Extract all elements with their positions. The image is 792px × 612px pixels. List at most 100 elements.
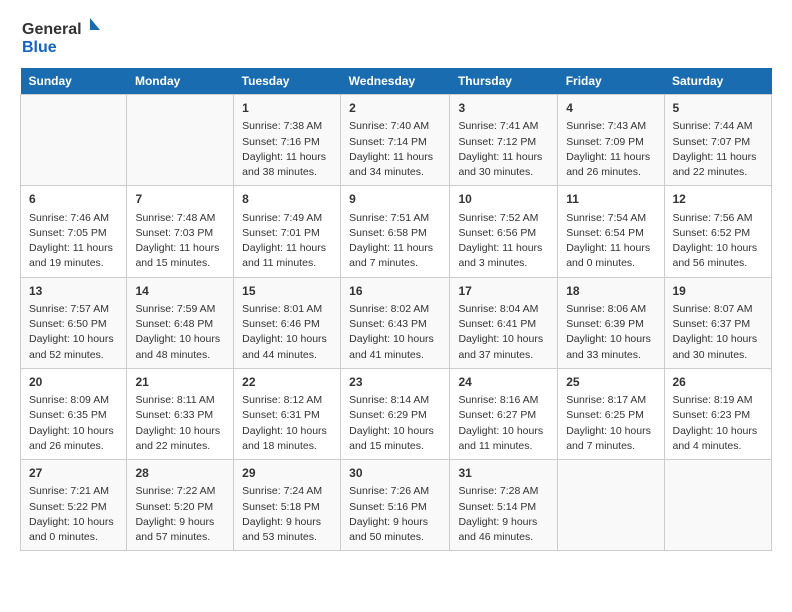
calendar-cell: 19 Sunrise: 8:07 AM Sunset: 6:37 PM Dayli… bbox=[664, 277, 772, 368]
calendar-cell: 10 Sunrise: 7:52 AM Sunset: 6:56 PM Dayli… bbox=[450, 186, 558, 277]
calendar-cell: 21 Sunrise: 8:11 AM Sunset: 6:33 PM Dayli… bbox=[127, 368, 234, 459]
cell-info: Sunrise: 7:22 AM Sunset: 5:20 PM Dayligh… bbox=[135, 484, 225, 545]
cell-info: Sunrise: 7:46 AM Sunset: 7:05 PM Dayligh… bbox=[29, 211, 118, 272]
day-header-tuesday: Tuesday bbox=[234, 68, 341, 95]
day-number: 29 bbox=[242, 465, 332, 482]
cell-info: Sunrise: 8:17 AM Sunset: 6:25 PM Dayligh… bbox=[566, 393, 655, 454]
day-number: 15 bbox=[242, 283, 332, 300]
day-header-monday: Monday bbox=[127, 68, 234, 95]
cell-info: Sunrise: 7:51 AM Sunset: 6:58 PM Dayligh… bbox=[349, 211, 441, 272]
week-row-1: 1 Sunrise: 7:38 AM Sunset: 7:16 PM Daylig… bbox=[21, 95, 772, 186]
cell-info: Sunrise: 7:41 AM Sunset: 7:12 PM Dayligh… bbox=[458, 119, 549, 180]
day-header-sunday: Sunday bbox=[21, 68, 127, 95]
calendar-cell: 17 Sunrise: 8:04 AM Sunset: 6:41 PM Dayli… bbox=[450, 277, 558, 368]
day-header-saturday: Saturday bbox=[664, 68, 772, 95]
calendar-cell: 13 Sunrise: 7:57 AM Sunset: 6:50 PM Dayli… bbox=[21, 277, 127, 368]
cell-info: Sunrise: 8:01 AM Sunset: 6:46 PM Dayligh… bbox=[242, 302, 332, 363]
day-number: 25 bbox=[566, 374, 655, 391]
calendar-cell: 2 Sunrise: 7:40 AM Sunset: 7:14 PM Daylig… bbox=[341, 95, 450, 186]
cell-info: Sunrise: 8:06 AM Sunset: 6:39 PM Dayligh… bbox=[566, 302, 655, 363]
day-number: 14 bbox=[135, 283, 225, 300]
calendar-cell bbox=[21, 95, 127, 186]
calendar-cell: 11 Sunrise: 7:54 AM Sunset: 6:54 PM Dayli… bbox=[558, 186, 664, 277]
day-number: 4 bbox=[566, 100, 655, 117]
day-number: 27 bbox=[29, 465, 118, 482]
cell-info: Sunrise: 8:02 AM Sunset: 6:43 PM Dayligh… bbox=[349, 302, 441, 363]
calendar-cell bbox=[558, 460, 664, 551]
week-row-3: 13 Sunrise: 7:57 AM Sunset: 6:50 PM Dayli… bbox=[21, 277, 772, 368]
day-number: 30 bbox=[349, 465, 441, 482]
logo-svg: GeneralBlue bbox=[20, 16, 100, 56]
day-number: 11 bbox=[566, 191, 655, 208]
calendar-cell: 29Sunrise: 7:24 AM Sunset: 5:18 PM Dayli… bbox=[234, 460, 341, 551]
cell-info: Sunrise: 8:14 AM Sunset: 6:29 PM Dayligh… bbox=[349, 393, 441, 454]
day-number: 12 bbox=[673, 191, 764, 208]
cell-info: Sunrise: 7:49 AM Sunset: 7:01 PM Dayligh… bbox=[242, 211, 332, 272]
cell-info: Sunrise: 8:07 AM Sunset: 6:37 PM Dayligh… bbox=[673, 302, 764, 363]
cell-info: Sunrise: 7:54 AM Sunset: 6:54 PM Dayligh… bbox=[566, 211, 655, 272]
calendar-cell: 23 Sunrise: 8:14 AM Sunset: 6:29 PM Dayli… bbox=[341, 368, 450, 459]
cell-info: Sunrise: 8:12 AM Sunset: 6:31 PM Dayligh… bbox=[242, 393, 332, 454]
calendar-cell: 7 Sunrise: 7:48 AM Sunset: 7:03 PM Daylig… bbox=[127, 186, 234, 277]
day-number: 20 bbox=[29, 374, 118, 391]
day-number: 22 bbox=[242, 374, 332, 391]
calendar-cell: 14Sunrise: 7:59 AM Sunset: 6:48 PM Dayli… bbox=[127, 277, 234, 368]
day-number: 10 bbox=[458, 191, 549, 208]
calendar-cell: 27Sunrise: 7:21 AM Sunset: 5:22 PM Dayli… bbox=[21, 460, 127, 551]
day-number: 26 bbox=[673, 374, 764, 391]
week-row-4: 20Sunrise: 8:09 AM Sunset: 6:35 PM Dayli… bbox=[21, 368, 772, 459]
calendar-cell: 4Sunrise: 7:43 AM Sunset: 7:09 PM Daylig… bbox=[558, 95, 664, 186]
calendar-cell: 12 Sunrise: 7:56 AM Sunset: 6:52 PM Dayli… bbox=[664, 186, 772, 277]
calendar-cell: 20Sunrise: 8:09 AM Sunset: 6:35 PM Dayli… bbox=[21, 368, 127, 459]
day-number: 23 bbox=[349, 374, 441, 391]
svg-text:Blue: Blue bbox=[22, 39, 57, 56]
cell-info: Sunrise: 8:11 AM Sunset: 6:33 PM Dayligh… bbox=[135, 393, 225, 454]
day-number: 5 bbox=[673, 100, 764, 117]
calendar-cell: 8 Sunrise: 7:49 AM Sunset: 7:01 PM Daylig… bbox=[234, 186, 341, 277]
calendar-cell: 30 Sunrise: 7:26 AM Sunset: 5:16 PM Dayli… bbox=[341, 460, 450, 551]
cell-info: Sunrise: 7:48 AM Sunset: 7:03 PM Dayligh… bbox=[135, 211, 225, 272]
day-number: 21 bbox=[135, 374, 225, 391]
day-number: 17 bbox=[458, 283, 549, 300]
cell-info: Sunrise: 7:52 AM Sunset: 6:56 PM Dayligh… bbox=[458, 211, 549, 272]
day-number: 18 bbox=[566, 283, 655, 300]
calendar-cell: 22 Sunrise: 8:12 AM Sunset: 6:31 PM Dayli… bbox=[234, 368, 341, 459]
day-number: 31 bbox=[458, 465, 549, 482]
day-number: 13 bbox=[29, 283, 118, 300]
calendar-cell: 24Sunrise: 8:16 AM Sunset: 6:27 PM Dayli… bbox=[450, 368, 558, 459]
cell-info: Sunrise: 7:56 AM Sunset: 6:52 PM Dayligh… bbox=[673, 211, 764, 272]
day-header-wednesday: Wednesday bbox=[341, 68, 450, 95]
svg-text:General: General bbox=[22, 21, 82, 38]
cell-info: Sunrise: 7:26 AM Sunset: 5:16 PM Dayligh… bbox=[349, 484, 441, 545]
day-number: 8 bbox=[242, 191, 332, 208]
logo: GeneralBlue bbox=[20, 16, 100, 56]
cell-info: Sunrise: 8:04 AM Sunset: 6:41 PM Dayligh… bbox=[458, 302, 549, 363]
day-number: 1 bbox=[242, 100, 332, 117]
calendar-cell: 25 Sunrise: 8:17 AM Sunset: 6:25 PM Dayli… bbox=[558, 368, 664, 459]
calendar-table: SundayMondayTuesdayWednesdayThursdayFrid… bbox=[20, 68, 772, 551]
calendar-cell: 6 Sunrise: 7:46 AM Sunset: 7:05 PM Daylig… bbox=[21, 186, 127, 277]
day-number: 7 bbox=[135, 191, 225, 208]
cell-info: Sunrise: 7:40 AM Sunset: 7:14 PM Dayligh… bbox=[349, 119, 441, 180]
calendar-cell: 3 Sunrise: 7:41 AM Sunset: 7:12 PM Daylig… bbox=[450, 95, 558, 186]
day-number: 2 bbox=[349, 100, 441, 117]
cell-info: Sunrise: 7:28 AM Sunset: 5:14 PM Dayligh… bbox=[458, 484, 549, 545]
day-number: 19 bbox=[673, 283, 764, 300]
calendar-cell: 16 Sunrise: 8:02 AM Sunset: 6:43 PM Dayli… bbox=[341, 277, 450, 368]
cell-info: Sunrise: 7:44 AM Sunset: 7:07 PM Dayligh… bbox=[673, 119, 764, 180]
day-number: 6 bbox=[29, 191, 118, 208]
day-number: 3 bbox=[458, 100, 549, 117]
day-number: 9 bbox=[349, 191, 441, 208]
cell-info: Sunrise: 7:38 AM Sunset: 7:16 PM Dayligh… bbox=[242, 119, 332, 180]
week-row-5: 27Sunrise: 7:21 AM Sunset: 5:22 PM Dayli… bbox=[21, 460, 772, 551]
header: GeneralBlue bbox=[20, 16, 772, 56]
day-number: 16 bbox=[349, 283, 441, 300]
calendar-cell bbox=[127, 95, 234, 186]
cell-info: Sunrise: 8:19 AM Sunset: 6:23 PM Dayligh… bbox=[673, 393, 764, 454]
calendar-cell: 15 Sunrise: 8:01 AM Sunset: 6:46 PM Dayli… bbox=[234, 277, 341, 368]
day-number: 28 bbox=[135, 465, 225, 482]
calendar-cell: 9 Sunrise: 7:51 AM Sunset: 6:58 PM Daylig… bbox=[341, 186, 450, 277]
week-row-2: 6 Sunrise: 7:46 AM Sunset: 7:05 PM Daylig… bbox=[21, 186, 772, 277]
day-header-thursday: Thursday bbox=[450, 68, 558, 95]
cell-info: Sunrise: 7:57 AM Sunset: 6:50 PM Dayligh… bbox=[29, 302, 118, 363]
